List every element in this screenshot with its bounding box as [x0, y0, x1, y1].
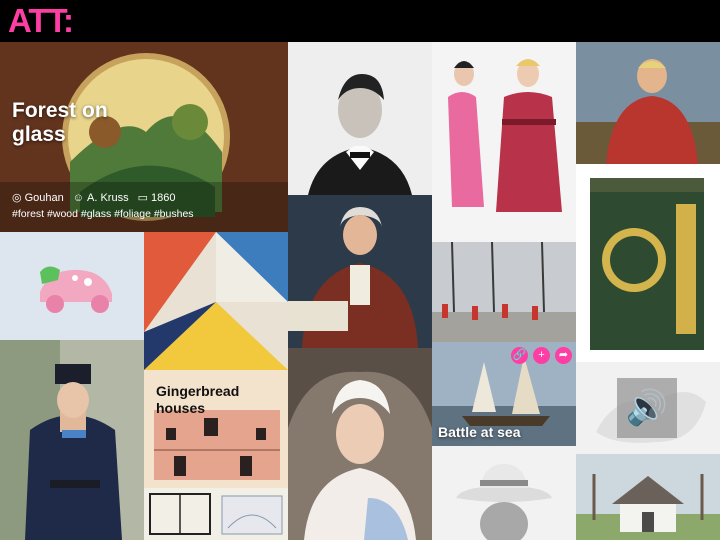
meta-author: ☺ A. Kruss: [73, 192, 129, 204]
toy-car-image: [0, 232, 144, 340]
tile-fisherman[interactable]: [576, 42, 720, 164]
nobleman-image: [288, 195, 432, 348]
village-house-image: [576, 454, 720, 540]
share-icon[interactable]: ➦: [555, 347, 572, 364]
floor-plans-image: [144, 488, 288, 540]
calendar-icon: ▭: [137, 192, 148, 204]
meta-place: ◎ Gouhan: [12, 191, 64, 205]
gingerbread-title: Gingerbread houses: [156, 383, 240, 416]
street-parade-image: [432, 242, 576, 342]
tin-box-image: [576, 164, 720, 362]
fisherman-image: [576, 42, 720, 164]
girl-portrait-image: [288, 348, 432, 540]
featured-meta: ◎ Gouhan ☺ A. Kruss ▭ 1860: [12, 191, 176, 205]
audio-icon[interactable]: 🔊: [617, 378, 677, 438]
geometric-image: [144, 232, 288, 370]
meta-place-text: Gouhan: [24, 191, 64, 204]
top-bar: ATT:: [0, 0, 720, 42]
featured-title: Forest on glass: [12, 99, 108, 146]
tile-toy-car[interactable]: [0, 232, 144, 340]
tile-geometric[interactable]: [144, 232, 288, 370]
tile-street-parade[interactable]: [432, 242, 576, 342]
meta-year-text: 1860: [150, 191, 176, 204]
tile-floor-plans[interactable]: [144, 488, 288, 540]
meta-author-text: A. Kruss: [87, 191, 129, 204]
tile-man-portrait[interactable]: [288, 42, 432, 195]
featured-tags[interactable]: #forest #wood #glass #foliage #bushes: [12, 208, 194, 220]
meta-year: ▭ 1860: [137, 191, 176, 205]
fashion-models-image: [432, 42, 576, 242]
man-with-hat-image: [432, 446, 576, 540]
tile-nobleman-painting[interactable]: [288, 195, 432, 348]
tile-village-house[interactable]: [576, 454, 720, 540]
app-logo[interactable]: ATT:: [8, 2, 74, 40]
man-portrait-image: [288, 42, 432, 195]
user-icon: ☺: [72, 191, 84, 204]
link-icon[interactable]: 🔗: [511, 347, 528, 364]
tile-man-with-hat[interactable]: [432, 446, 576, 540]
tile-girl-portrait[interactable]: [288, 348, 432, 540]
tile-fashion-models[interactable]: [432, 42, 576, 242]
pin-icon: ◎: [12, 192, 22, 204]
tile-tin-box[interactable]: [576, 164, 720, 362]
soldier-image: [0, 340, 144, 540]
add-icon[interactable]: +: [533, 347, 550, 364]
sea-title: Battle at sea: [438, 424, 521, 440]
tile-soldier-portrait[interactable]: [0, 340, 144, 540]
